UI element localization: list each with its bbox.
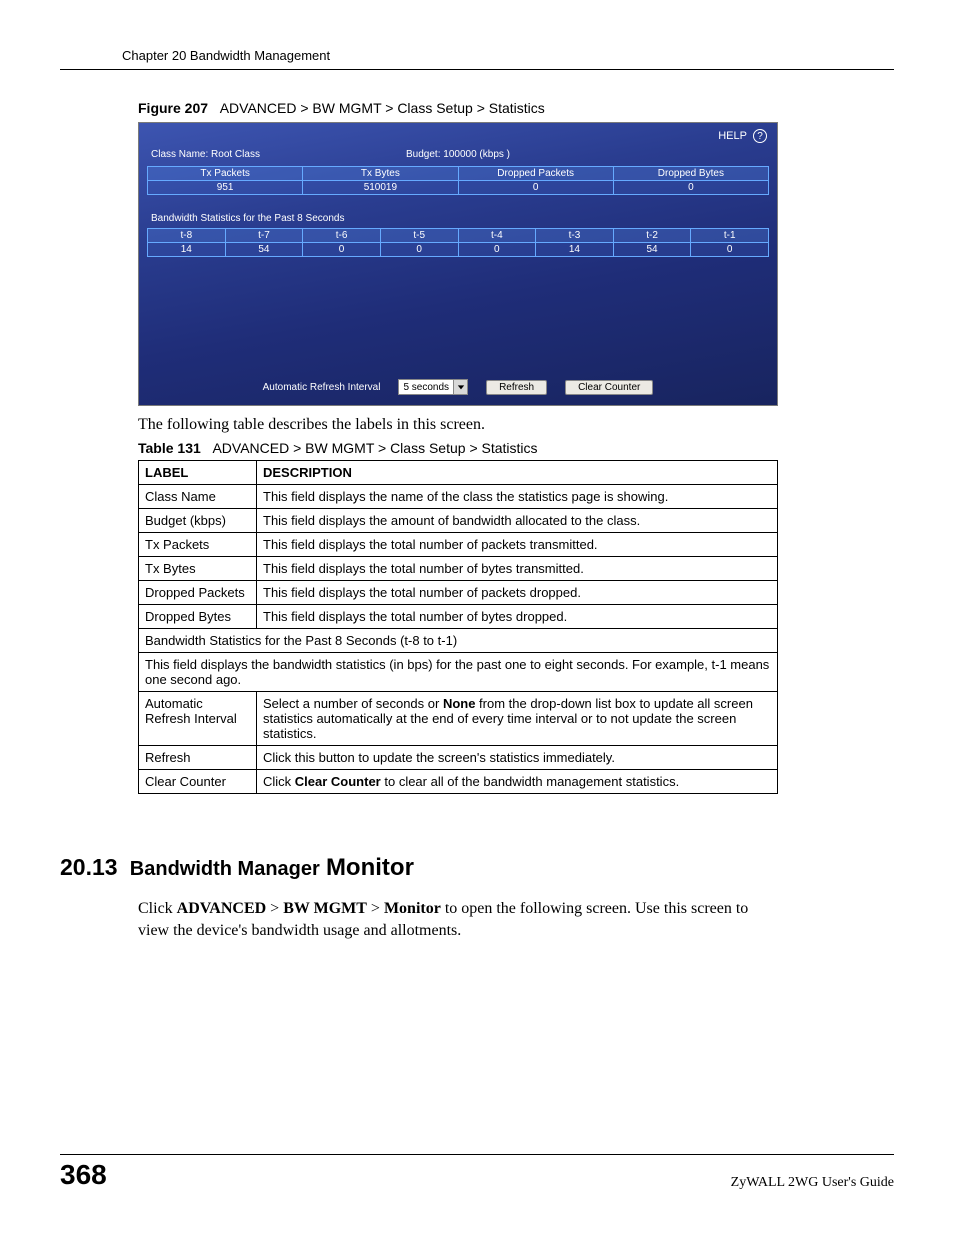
section-title-part1: Bandwidth Manager [130, 858, 320, 880]
col-t6: t-6 [303, 229, 381, 243]
col-dropped-bytes: Dropped Bytes [613, 167, 768, 181]
row-label: Refresh [139, 746, 257, 770]
row-label: Clear Counter [139, 770, 257, 794]
table-caption: Table 131 ADVANCED > BW MGMT > Class Set… [138, 440, 894, 456]
intro-paragraph: The following table describes the labels… [138, 416, 778, 434]
row-desc: Select a number of seconds or None from … [257, 692, 778, 746]
row-label: Class Name [139, 485, 257, 509]
row-merged: Bandwidth Statistics for the Past 8 Seco… [139, 629, 778, 653]
table-row: Tx Packets This field displays the total… [139, 533, 778, 557]
stats-8sec-table: t-8 t-7 t-6 t-5 t-4 t-3 t-2 t-1 14 54 0 … [147, 228, 769, 257]
val-dropped-packets: 0 [458, 181, 613, 195]
row-desc: This field displays the total number of … [257, 557, 778, 581]
col-t5: t-5 [380, 229, 458, 243]
class-name-label: Class Name: [151, 149, 208, 160]
refresh-interval-value: 5 seconds [403, 382, 449, 393]
table-row: This field displays the bandwidth statis… [139, 653, 778, 692]
page-number: 368 [60, 1159, 107, 1191]
body-paragraph: Click ADVANCED > BW MGMT > Monitor to op… [138, 898, 778, 941]
col-tx-packets: Tx Packets [148, 167, 303, 181]
row-desc: Click this button to update the screen's… [257, 746, 778, 770]
col-t4: t-4 [458, 229, 536, 243]
guide-name: ZyWALL 2WG User's Guide [731, 1175, 894, 1191]
val-dropped-bytes: 0 [613, 181, 768, 195]
stats-summary-table: Tx Packets Tx Bytes Dropped Packets Drop… [147, 166, 769, 195]
col-label: LABEL [139, 461, 257, 485]
figure-label: Figure 207 [138, 100, 208, 116]
row-merged: This field displays the bandwidth statis… [139, 653, 778, 692]
table-row: Class Name This field displays the name … [139, 485, 778, 509]
row-desc: This field displays the total number of … [257, 533, 778, 557]
table-label: Table 131 [138, 440, 201, 456]
row-label: Dropped Packets [139, 581, 257, 605]
col-t7: t-7 [225, 229, 303, 243]
class-name-value: Root Class [211, 149, 260, 160]
table-row: Budget (kbps) This field displays the am… [139, 509, 778, 533]
page-footer: 368 ZyWALL 2WG User's Guide [60, 1154, 894, 1191]
val-t8: 14 [148, 243, 226, 257]
col-t3: t-3 [536, 229, 614, 243]
figure-caption: Figure 207 ADVANCED > BW MGMT > Class Se… [138, 100, 894, 116]
refresh-button[interactable]: Refresh [486, 380, 547, 395]
help-icon[interactable]: ? [753, 129, 767, 143]
statistics-screenshot: HELP ? Class Name: Root Class Budget: 10… [138, 122, 778, 406]
val-t5: 0 [380, 243, 458, 257]
val-t7: 54 [225, 243, 303, 257]
table-row: Dropped Bytes This field displays the to… [139, 605, 778, 629]
table-row: Refresh Click this button to update the … [139, 746, 778, 770]
row-desc: This field displays the total number of … [257, 581, 778, 605]
row-desc: This field displays the amount of bandwi… [257, 509, 778, 533]
refresh-interval-select[interactable]: 5 seconds [398, 379, 468, 395]
clear-counter-button[interactable]: Clear Counter [565, 380, 653, 395]
val-tx-packets: 951 [148, 181, 303, 195]
val-t3: 14 [536, 243, 614, 257]
row-label: Dropped Bytes [139, 605, 257, 629]
table-row: Clear Counter Click Clear Counter to cle… [139, 770, 778, 794]
help-link[interactable]: HELP [718, 130, 747, 142]
val-t1: 0 [691, 243, 769, 257]
col-t1: t-1 [691, 229, 769, 243]
table-row: Bandwidth Statistics for the Past 8 Seco… [139, 629, 778, 653]
refresh-interval-label: Automatic Refresh Interval [263, 382, 381, 393]
table-row: Dropped Packets This field displays the … [139, 581, 778, 605]
description-table: LABEL DESCRIPTION Class Name This field … [138, 460, 778, 794]
row-label: Tx Packets [139, 533, 257, 557]
row-label: Budget (kbps) [139, 509, 257, 533]
val-t4: 0 [458, 243, 536, 257]
budget-value: 100000 (kbps ) [443, 149, 510, 160]
table-row: Automatic Refresh Interval Select a numb… [139, 692, 778, 746]
table-caption-text: ADVANCED > BW MGMT > Class Setup > Stati… [212, 440, 537, 456]
col-t8: t-8 [148, 229, 226, 243]
col-tx-bytes: Tx Bytes [303, 167, 458, 181]
col-description: DESCRIPTION [257, 461, 778, 485]
chevron-down-icon[interactable] [453, 380, 467, 394]
running-head: Chapter 20 Bandwidth Management [60, 48, 894, 70]
val-t6: 0 [303, 243, 381, 257]
val-tx-bytes: 510019 [303, 181, 458, 195]
val-t2: 54 [613, 243, 691, 257]
col-t2: t-2 [613, 229, 691, 243]
stats-subhead: Bandwidth Statistics for the Past 8 Seco… [147, 195, 769, 228]
table-row: Tx Bytes This field displays the total n… [139, 557, 778, 581]
row-label: Automatic Refresh Interval [139, 692, 257, 746]
row-label: Tx Bytes [139, 557, 257, 581]
row-desc: This field displays the total number of … [257, 605, 778, 629]
section-heading: 20.13 Bandwidth Manager Monitor [60, 854, 894, 882]
section-number: 20.13 [60, 854, 118, 880]
row-desc: Click Clear Counter to clear all of the … [257, 770, 778, 794]
figure-caption-text: ADVANCED > BW MGMT > Class Setup > Stati… [220, 100, 545, 116]
row-desc: This field displays the name of the clas… [257, 485, 778, 509]
col-dropped-packets: Dropped Packets [458, 167, 613, 181]
section-title-part2: Monitor [326, 854, 414, 881]
budget-label: Budget: [406, 149, 440, 160]
